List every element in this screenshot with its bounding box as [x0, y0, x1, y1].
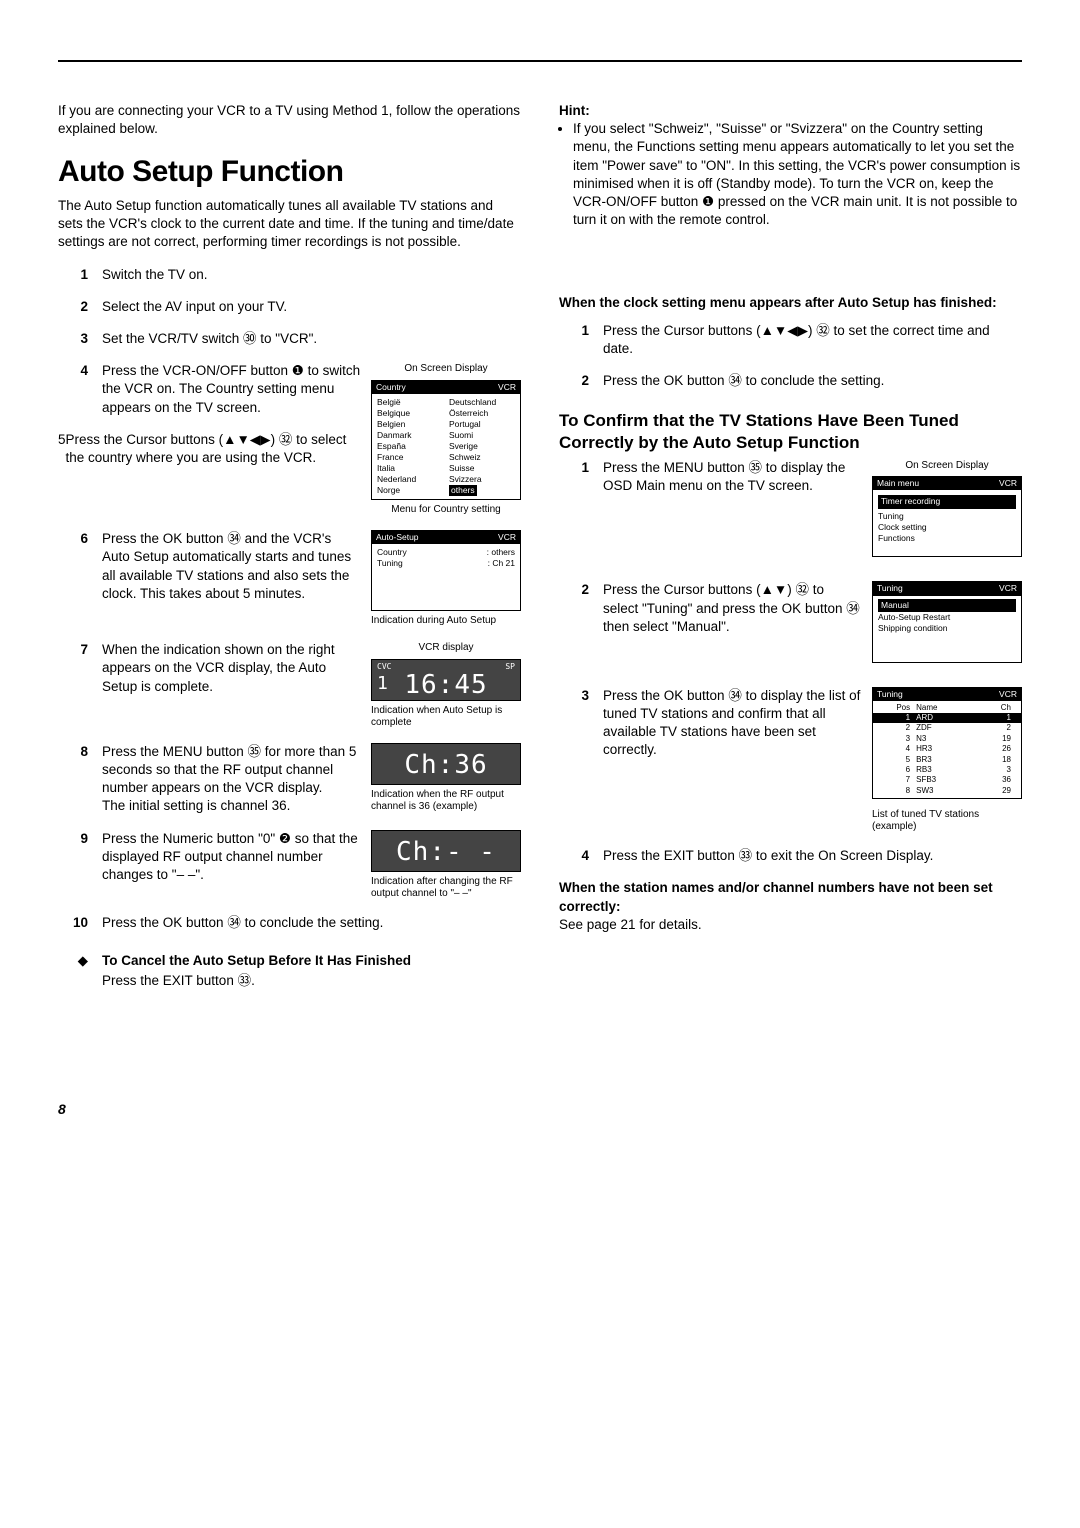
vcr-display-ch36: Ch:36: [371, 743, 521, 785]
cancel-heading: To Cancel the Auto Setup Before It Has F…: [102, 952, 411, 970]
auto-setup-steps: 1Switch the TV on. 2Select the AV input …: [58, 266, 521, 932]
osd-autosetup: Auto-SetupVCR Country: others Tuning: Ch…: [371, 530, 521, 611]
step-7: When the indication shown on the right a…: [102, 641, 361, 729]
intro-text: If you are connecting your VCR to a TV u…: [58, 102, 521, 138]
hint-list: If you select "Schweiz", "Suisse" or "Sv…: [559, 120, 1022, 229]
top-rule: [58, 60, 1022, 62]
confirm-step-3: Press the OK button ㉞ to display the lis…: [603, 687, 862, 834]
osd-main-menu: Main menuVCR Timer recording Tuning Cloc…: [872, 476, 1022, 557]
title-desc: The Auto Setup function automatically tu…: [58, 197, 521, 252]
step-5: Press the Cursor buttons (▲▼◀▶) ㉜ to sel…: [66, 431, 361, 467]
step-10: Press the OK button ㉞ to conclude the se…: [102, 914, 521, 932]
clock-heading: When the clock setting menu appears afte…: [559, 294, 1022, 312]
vcr-display-complete: CVCSP 1 16:45: [371, 659, 521, 701]
osd-label: On Screen Display: [371, 362, 521, 376]
diamond-icon: ◆: [58, 952, 102, 970]
confirm-step-1: Press the MENU button ㉟ to display the O…: [603, 459, 862, 568]
step-4: Press the VCR-ON/OFF button ❶ to switch …: [102, 362, 361, 417]
step-6: Press the OK button ㉞ and the VCR's Auto…: [102, 530, 361, 627]
hint-label: Hint:: [559, 102, 1022, 120]
step-9: Press the Numeric button "0" ❷ so that t…: [102, 830, 361, 900]
step-2: Select the AV input on your TV.: [102, 298, 521, 316]
page-title: Auto Setup Function: [58, 152, 521, 193]
not-correct-heading: When the station names and/or channel nu…: [559, 879, 1022, 915]
clock-step-1: Press the Cursor buttons (▲▼◀▶) ㉜ to set…: [603, 322, 1022, 358]
confirm-step-4: Press the EXIT button ㉝ to exit the On S…: [603, 847, 1022, 865]
osd-country-menu: CountryVCR BelgiëBelgiqueBelgienDanmarkE…: [371, 380, 521, 500]
step-1: Switch the TV on.: [102, 266, 521, 284]
vcr-display-chdash: Ch:- -: [371, 830, 521, 872]
osd-tuned-list: TuningVCR PosNameCh 1ARD1 2ZDF2 3N319 4H…: [872, 687, 1022, 800]
confirm-heading: To Confirm that the TV Stations Have Bee…: [559, 410, 1022, 453]
right-column: Hint: If you select "Schweiz", "Suisse" …: [559, 102, 1022, 1119]
page-number: 8: [58, 1100, 521, 1119]
step-8: Press the MENU button ㉟ for more than 5 …: [102, 744, 356, 795]
osd-tuning-menu: TuningVCR Manual Auto-Setup Restart Ship…: [872, 581, 1022, 662]
confirm-step-2: Press the Cursor buttons (▲▼) ㉜ to selec…: [603, 581, 862, 672]
not-correct-text: See page 21 for details.: [559, 916, 1022, 934]
cancel-text: Press the EXIT button ㉝.: [102, 972, 521, 990]
left-column: If you are connecting your VCR to a TV u…: [58, 102, 521, 1119]
step-3: Set the VCR/TV switch ㉚ to "VCR".: [102, 330, 521, 348]
clock-step-2: Press the OK button ㉞ to conclude the se…: [603, 372, 1022, 390]
